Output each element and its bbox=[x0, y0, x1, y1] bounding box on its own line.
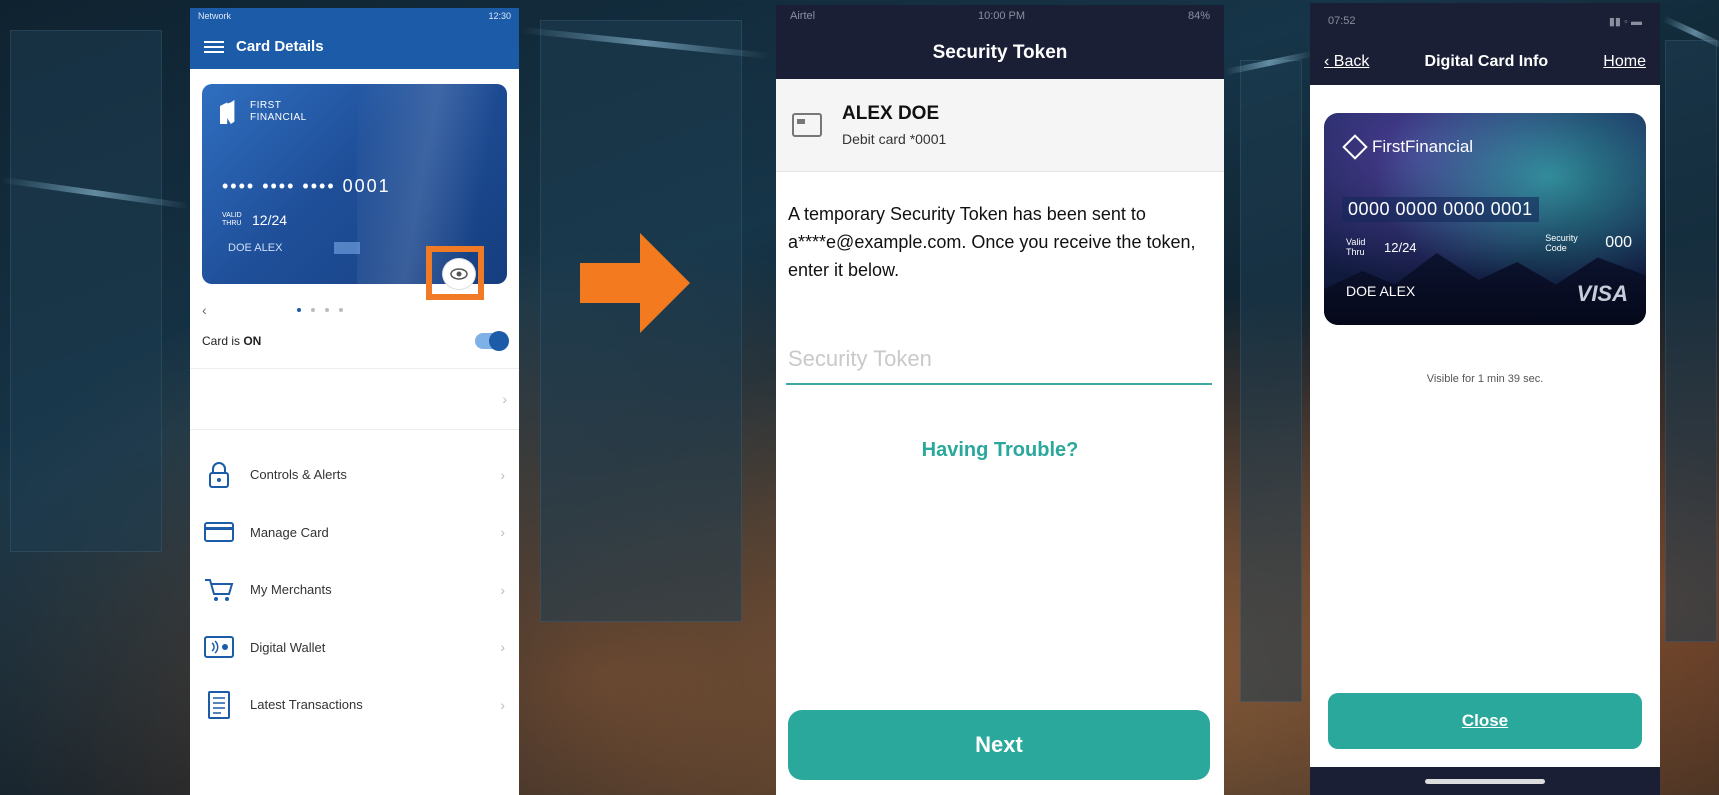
card-holder-name: DOE ALEX bbox=[228, 242, 283, 254]
digital-card-info-screen: 07:52 ▮▮ ◦ ▬ ‹ Back Digital Card Info Ho… bbox=[1310, 3, 1660, 795]
menu-item-label: Manage Card bbox=[250, 524, 329, 540]
next-button[interactable]: Next bbox=[788, 710, 1210, 780]
card-number: 0000 0000 0000 0001 bbox=[1342, 197, 1539, 222]
menu-item-label: My Merchants bbox=[250, 582, 332, 598]
empty-list-row[interactable]: › bbox=[190, 368, 519, 430]
bank-logo: FIRST FINANCIAL bbox=[220, 100, 307, 124]
previous-card-icon[interactable]: ‹ bbox=[202, 302, 207, 318]
card-details-screen: Network 12:30 Card Details FIRST FINANCIA… bbox=[190, 8, 519, 795]
security-code-label: Security Code bbox=[1545, 233, 1578, 253]
app-header: ‹ Back Digital Card Info Home bbox=[1310, 39, 1660, 85]
lock-icon bbox=[204, 461, 234, 489]
menu-item-latest-transactions[interactable]: Latest Transactions › bbox=[190, 676, 519, 734]
security-code-value: 000 bbox=[1605, 234, 1632, 251]
pager-dots bbox=[296, 308, 343, 312]
home-button[interactable]: Home bbox=[1603, 53, 1646, 71]
card-expiry: VALID THRU 12/24 bbox=[222, 212, 287, 228]
status-time: 10:00 PM bbox=[977, 10, 1026, 22]
bank-logo-icon bbox=[1342, 134, 1368, 160]
visa-logo: VISA bbox=[1576, 281, 1628, 306]
card-status-label: Card is ON bbox=[202, 334, 261, 348]
page-title: Card Details bbox=[236, 38, 324, 55]
menu-item-my-merchants[interactable]: My Merchants › bbox=[190, 561, 519, 619]
chevron-right-icon: › bbox=[500, 524, 505, 541]
battery-level: 84% bbox=[1187, 10, 1210, 22]
close-button[interactable]: Close bbox=[1328, 693, 1642, 749]
security-token-input[interactable] bbox=[786, 333, 1216, 385]
card-expiry: Valid Thru 12/24 bbox=[1346, 237, 1417, 257]
holder-name: ALEX DOE bbox=[842, 103, 940, 124]
masked-card-number: •••• •••• •••• 0001 bbox=[222, 176, 391, 196]
bank-logo-icon bbox=[220, 100, 235, 124]
receipt-icon bbox=[204, 690, 234, 719]
card-status-value: ON bbox=[243, 334, 262, 348]
security-token-field bbox=[786, 333, 1216, 385]
menu-item-label: Latest Transactions bbox=[250, 697, 363, 713]
security-code: Security Code 000 bbox=[1545, 233, 1632, 253]
card-description: Debit card *0001 bbox=[842, 131, 947, 147]
chevron-left-icon: ‹ bbox=[1324, 53, 1334, 70]
page-title: Security Token bbox=[776, 27, 1224, 79]
next-step-arrow-icon bbox=[580, 233, 690, 333]
bank-brand: FirstFinancial bbox=[1342, 134, 1474, 160]
expiry-value: 12/24 bbox=[252, 212, 288, 228]
app-header: Card Details bbox=[190, 24, 519, 69]
eye-icon[interactable] bbox=[442, 258, 476, 290]
signal-icon: ▮▮ ◦ ▬ bbox=[1608, 15, 1642, 28]
menu-item-digital-wallet[interactable]: Digital Wallet › bbox=[190, 619, 519, 677]
having-trouble-link[interactable]: Having Trouble? bbox=[776, 439, 1224, 462]
carrier-label: Network bbox=[198, 11, 232, 21]
chevron-right-icon: › bbox=[500, 466, 505, 483]
back-label: Back bbox=[1333, 53, 1370, 70]
card-icon bbox=[204, 518, 234, 546]
status-time: 07:52 bbox=[1328, 15, 1356, 27]
visibility-countdown: Visible for 1 min 39 sec. bbox=[1426, 373, 1544, 385]
chevron-right-icon: › bbox=[500, 581, 505, 598]
highlight-box bbox=[426, 246, 484, 300]
back-button[interactable]: ‹ Back bbox=[1324, 53, 1369, 71]
card-icon bbox=[792, 113, 822, 137]
expiry-value: 12/24 bbox=[1384, 239, 1417, 255]
card-on-toggle[interactable] bbox=[475, 331, 509, 351]
chevron-right-icon: › bbox=[500, 696, 505, 713]
token-sent-message: A temporary Security Token has been sent… bbox=[788, 204, 1196, 280]
status-bar: Airtel 10:00 PM 84% bbox=[776, 5, 1224, 27]
hamburger-menu-icon[interactable] bbox=[204, 40, 224, 53]
menu-item-label: Controls & Alerts bbox=[250, 467, 347, 483]
wallet-icon bbox=[204, 633, 234, 661]
bank-brand-name: FirstFinancial bbox=[1372, 137, 1474, 156]
page-title: Digital Card Info bbox=[1424, 53, 1549, 70]
home-indicator bbox=[1310, 767, 1660, 795]
menu-item-label: Digital Wallet bbox=[250, 639, 326, 655]
status-time: 12:30 bbox=[488, 11, 511, 21]
bank-name-line2: FINANCIAL bbox=[250, 112, 307, 123]
menu-item-manage-card[interactable]: Manage Card › bbox=[190, 504, 519, 562]
card-status-row: Card is ON bbox=[202, 331, 509, 351]
security-token-screen: Airtel 10:00 PM 84% Security Token ALEX … bbox=[776, 5, 1224, 795]
valid-thru-label: VALID THRU bbox=[222, 212, 242, 227]
card-chip bbox=[334, 242, 360, 254]
background-building bbox=[1665, 40, 1717, 642]
chevron-right-icon: › bbox=[502, 391, 507, 407]
digital-card-image: FirstFinancial 0000 0000 0000 0001 Valid… bbox=[1324, 113, 1646, 325]
card-pager: ‹ bbox=[202, 302, 502, 318]
carrier-label: Airtel bbox=[790, 10, 816, 22]
chevron-right-icon: › bbox=[500, 639, 505, 656]
background-building bbox=[1240, 60, 1302, 702]
card-status-prefix: Card is bbox=[202, 334, 244, 348]
card-holder-name: DOE ALEX bbox=[1346, 283, 1416, 299]
card-menu-list: Controls & Alerts › Manage Card › My Mer… bbox=[190, 446, 519, 734]
valid-thru-label: Valid Thru bbox=[1346, 237, 1366, 257]
menu-item-controls-alerts[interactable]: Controls & Alerts › bbox=[190, 446, 519, 504]
account-summary: ALEX DOE Debit card *0001 bbox=[776, 79, 1224, 172]
status-bar: 07:52 ▮▮ ◦ ▬ bbox=[1310, 3, 1660, 39]
bank-name-line1: FIRST bbox=[250, 100, 282, 111]
status-bar: Network 12:30 bbox=[190, 8, 519, 24]
background-building bbox=[10, 30, 162, 552]
cart-icon bbox=[204, 576, 234, 604]
